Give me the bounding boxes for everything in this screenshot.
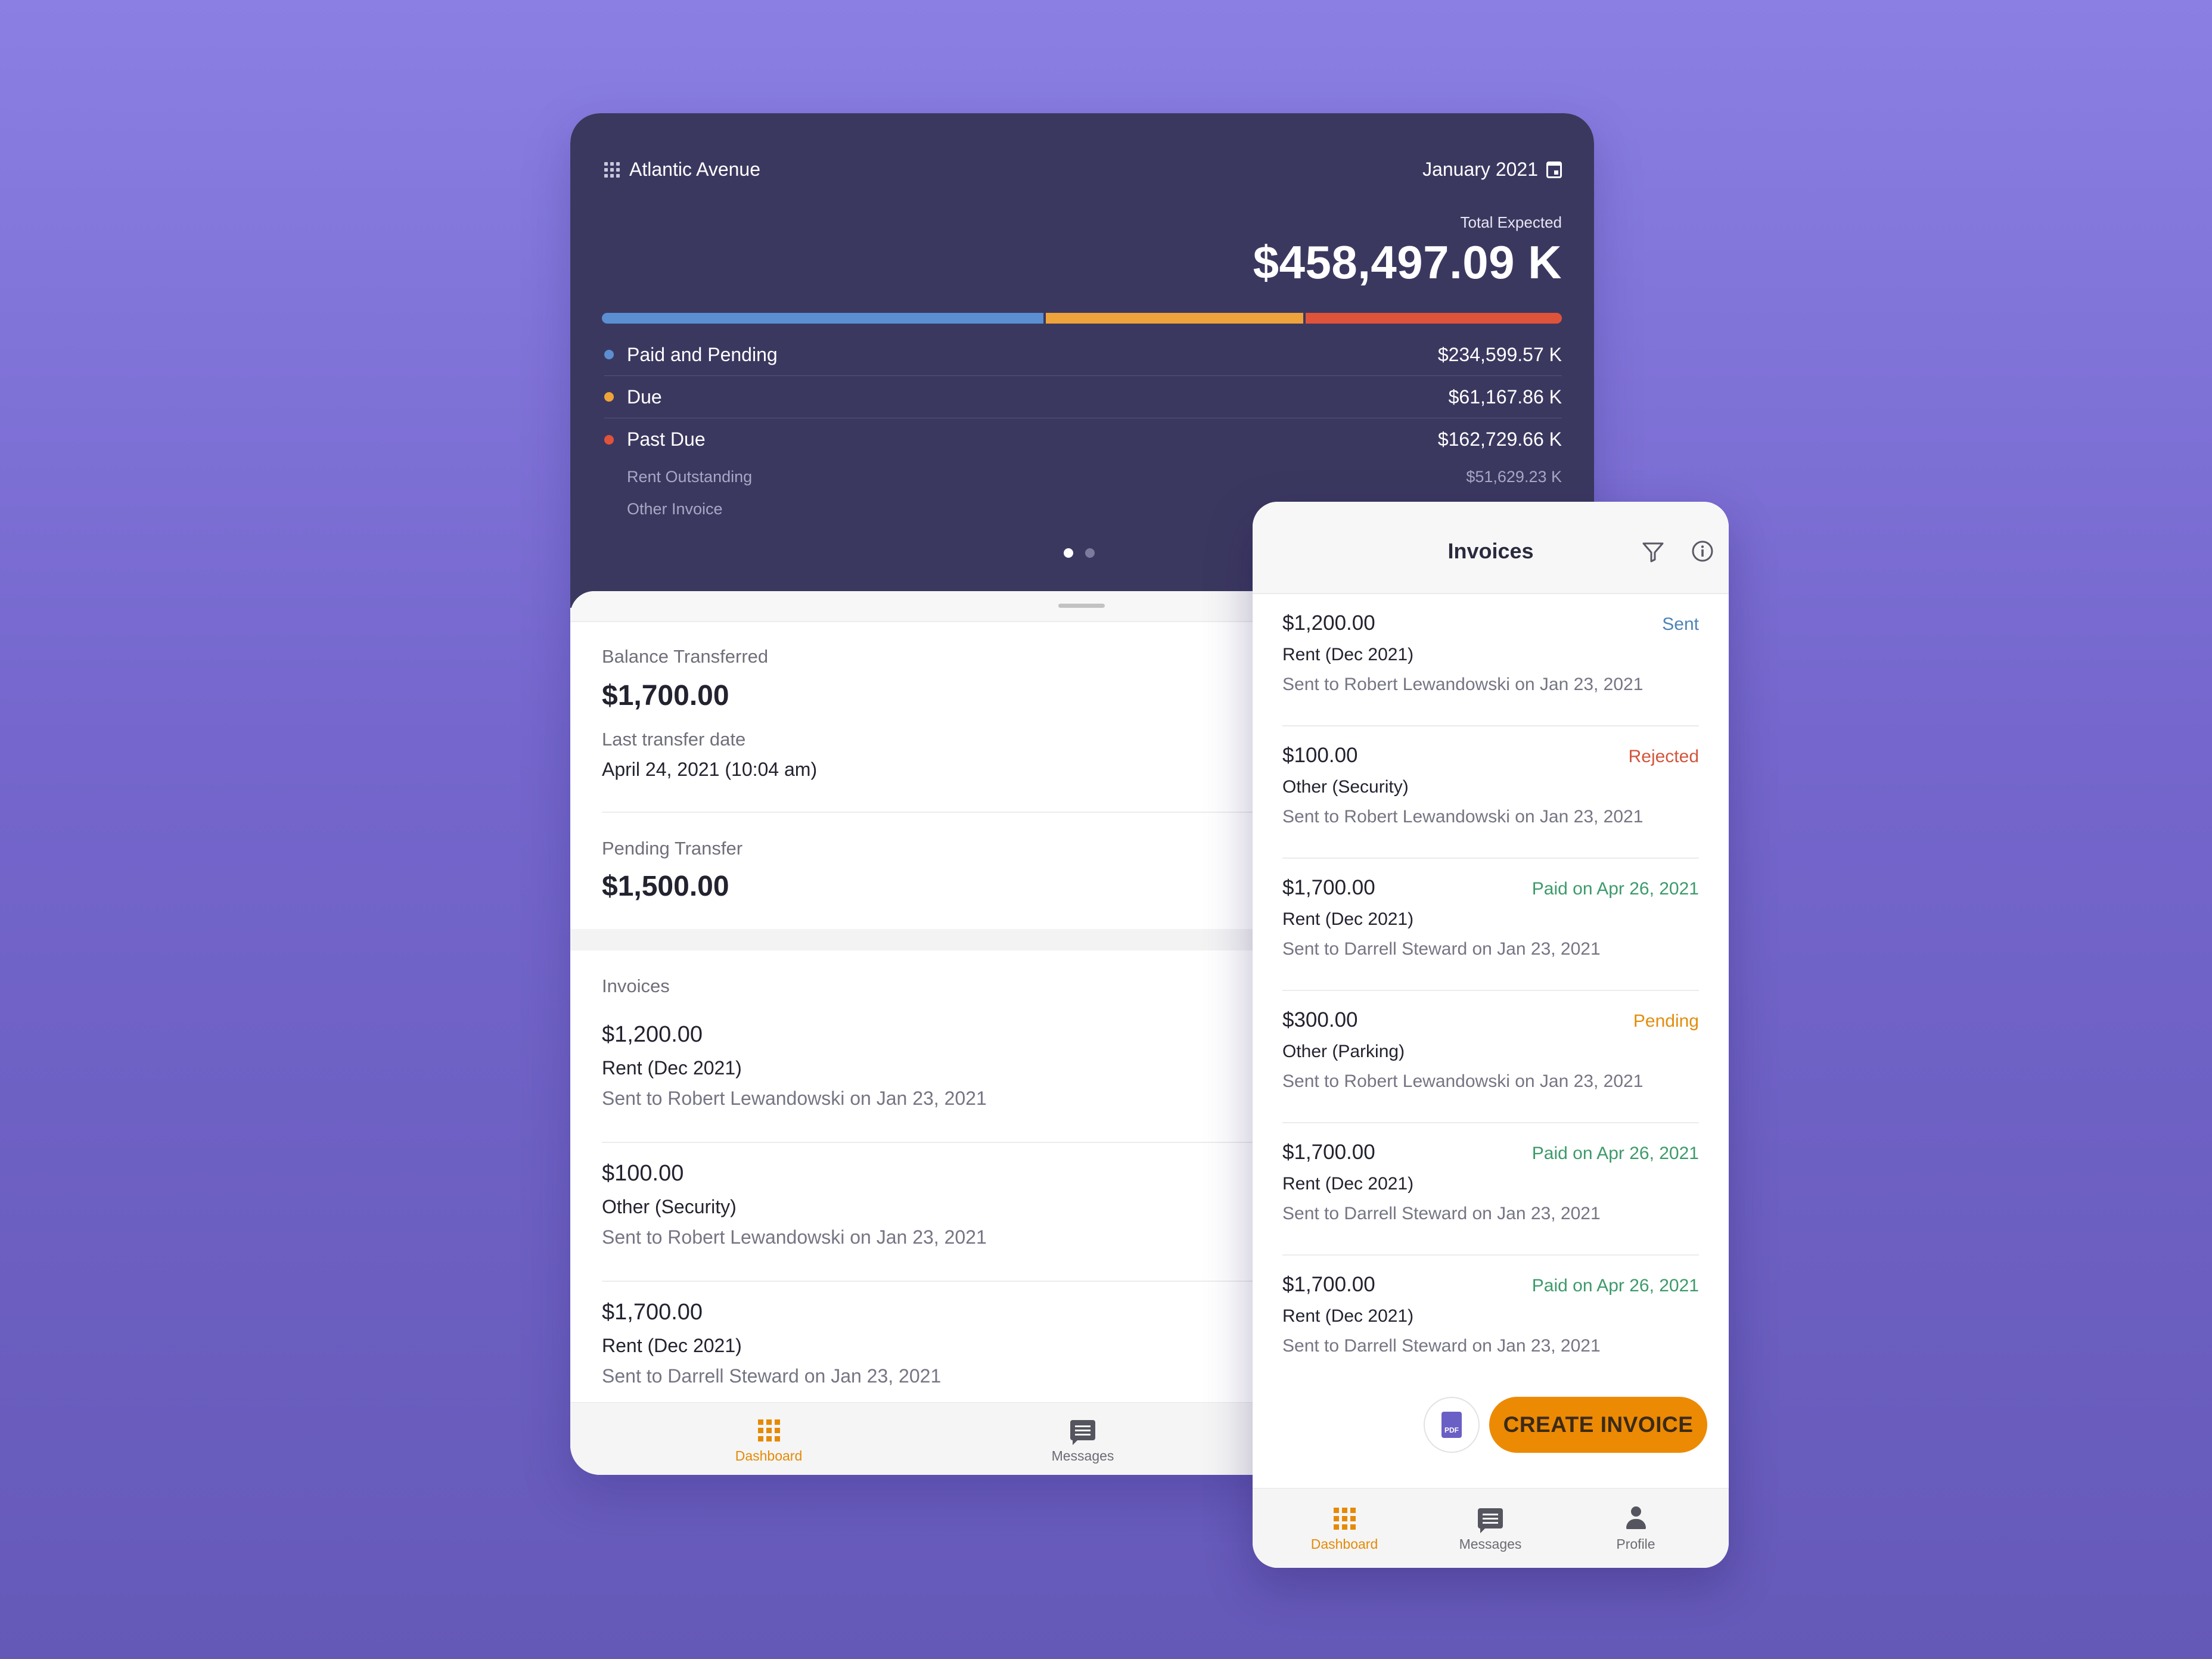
status-badge: Sent: [1662, 614, 1699, 634]
invoice-actions-bar: PDF CREATE INVOICE: [1253, 1384, 1729, 1466]
status-badge: Rejected: [1628, 747, 1699, 766]
list-item[interactable]: $300.00 Other (Parking) Sent to Robert L…: [1282, 991, 1699, 1123]
invoice-description: Rent (Dec 2021): [1282, 645, 1414, 664]
status-dot: [604, 350, 614, 359]
messages-icon: [1070, 1420, 1095, 1445]
invoice-recipient: Sent to Robert Lewandowski on Jan 23, 20…: [1282, 1071, 1644, 1091]
status-badge: Paid on Apr 26, 2021: [1531, 1276, 1699, 1295]
nav-dashboard[interactable]: Dashboard: [1297, 1505, 1392, 1552]
month-label: January 2021: [1422, 159, 1538, 180]
property-selector[interactable]: Atlantic Avenue: [604, 159, 760, 181]
property-name: Atlantic Avenue: [629, 159, 761, 180]
progress-segment-due: [1045, 313, 1304, 324]
filter-icon[interactable]: [1641, 540, 1665, 564]
payment-summary-list: Paid and Pending $234,599.57 K Due $61,1…: [604, 334, 1562, 525]
calendar-icon: [1546, 161, 1562, 178]
list-item[interactable]: $1,700.00 Rent (Dec 2021) Sent to Darrel…: [1282, 1123, 1699, 1256]
invoice-description: Rent (Dec 2021): [1282, 1174, 1414, 1194]
nav-messages[interactable]: Messages: [1443, 1505, 1538, 1552]
nav-profile[interactable]: Profile: [1588, 1505, 1683, 1552]
info-icon[interactable]: [1691, 540, 1714, 563]
nav-label: Dashboard: [1310, 1536, 1378, 1552]
invoice-description: Other (Parking): [1282, 1042, 1405, 1061]
nav-messages[interactable]: Messages: [1035, 1417, 1130, 1464]
pdf-icon: PDF: [1441, 1412, 1462, 1438]
phone-invoice-list: $1,200.00 Rent (Dec 2021) Sent to Robert…: [1282, 594, 1699, 1388]
invoice-description: Other (Security): [1282, 777, 1409, 797]
pdf-icon-label: PDF: [1444, 1426, 1459, 1434]
nav-dashboard[interactable]: Dashboard: [721, 1417, 816, 1464]
payment-progress-bar: [602, 313, 1562, 324]
invoices-header: Invoices: [1253, 502, 1729, 594]
summary-label: Due: [627, 386, 662, 408]
invoice-recipient: Sent to Robert Lewandowski on Jan 23, 20…: [1282, 807, 1644, 827]
invoice-recipient: Sent to Darrell Steward on Jan 23, 2021: [1282, 1204, 1601, 1223]
invoice-description: Rent (Dec 2021): [1282, 1306, 1414, 1326]
summary-label: Paid and Pending: [627, 343, 778, 365]
grid-icon: [604, 161, 620, 178]
summary-value: $61,167.86 K: [1448, 386, 1562, 408]
total-expected-value: $458,497.09 K: [1253, 236, 1562, 288]
dashboard-icon: [1333, 1507, 1356, 1530]
progress-segment-paid: [602, 313, 1043, 324]
phone-invoices-screen: Invoices $1,200.00 Rent (Dec 2021) Sent …: [1253, 502, 1729, 1568]
nav-label: Profile: [1616, 1536, 1655, 1552]
list-item[interactable]: $1,700.00 Rent (Dec 2021) Sent to Darrel…: [1282, 1256, 1699, 1388]
create-invoice-button[interactable]: CREATE INVOICE: [1489, 1397, 1707, 1453]
phone-bottom-nav: Dashboard Messages Profile: [1253, 1488, 1729, 1568]
sub-row-rent-outstanding: Rent Outstanding $51,629.23 K: [604, 461, 1562, 493]
total-expected-label: Total Expected: [1460, 213, 1562, 231]
month-selector[interactable]: January 2021: [1422, 159, 1562, 181]
profile-icon: [1625, 1506, 1646, 1530]
summary-row-paid[interactable]: Paid and Pending $234,599.57 K: [604, 334, 1562, 376]
sub-label: Rent Outstanding: [627, 467, 753, 486]
pager-dot-active[interactable]: [1064, 548, 1073, 558]
drag-handle[interactable]: [1058, 604, 1105, 608]
nav-label: Dashboard: [735, 1448, 803, 1464]
list-item[interactable]: $100.00 Other (Security) Sent to Robert …: [1282, 726, 1699, 859]
status-badge: Paid on Apr 26, 2021: [1531, 1144, 1699, 1163]
pdf-button[interactable]: PDF: [1424, 1397, 1480, 1453]
nav-label: Messages: [1051, 1448, 1114, 1464]
invoice-amount: $1,200.00: [1282, 611, 1375, 635]
invoice-description: Rent (Dec 2021): [1282, 909, 1414, 929]
summary-row-past-due[interactable]: Past Due $162,729.66 K: [604, 418, 1562, 461]
summary-value: $162,729.66 K: [1437, 428, 1562, 450]
status-dot: [604, 392, 614, 402]
summary-label: Past Due: [627, 428, 706, 450]
invoice-recipient: Sent to Darrell Steward on Jan 23, 2021: [1282, 1336, 1601, 1356]
carousel-pager[interactable]: [1064, 548, 1095, 558]
dashboard-icon: [757, 1419, 780, 1441]
summary-value: $234,599.57 K: [1437, 343, 1562, 365]
pager-dot[interactable]: [1085, 548, 1095, 558]
summary-row-due[interactable]: Due $61,167.86 K: [604, 376, 1562, 418]
status-dot: [604, 434, 614, 445]
list-item[interactable]: $1,700.00 Rent (Dec 2021) Sent to Darrel…: [1282, 859, 1699, 991]
list-item[interactable]: $1,200.00 Rent (Dec 2021) Sent to Robert…: [1282, 594, 1699, 726]
status-badge: Paid on Apr 26, 2021: [1531, 879, 1699, 899]
invoice-recipient: Sent to Darrell Steward on Jan 23, 2021: [1282, 939, 1601, 959]
nav-label: Messages: [1459, 1536, 1522, 1552]
status-badge: Pending: [1633, 1011, 1699, 1031]
progress-segment-pastdue: [1306, 313, 1562, 324]
sub-value: $51,629.23 K: [1466, 467, 1562, 486]
messages-icon: [1478, 1508, 1503, 1533]
invoice-recipient: Sent to Robert Lewandowski on Jan 23, 20…: [1282, 675, 1644, 694]
